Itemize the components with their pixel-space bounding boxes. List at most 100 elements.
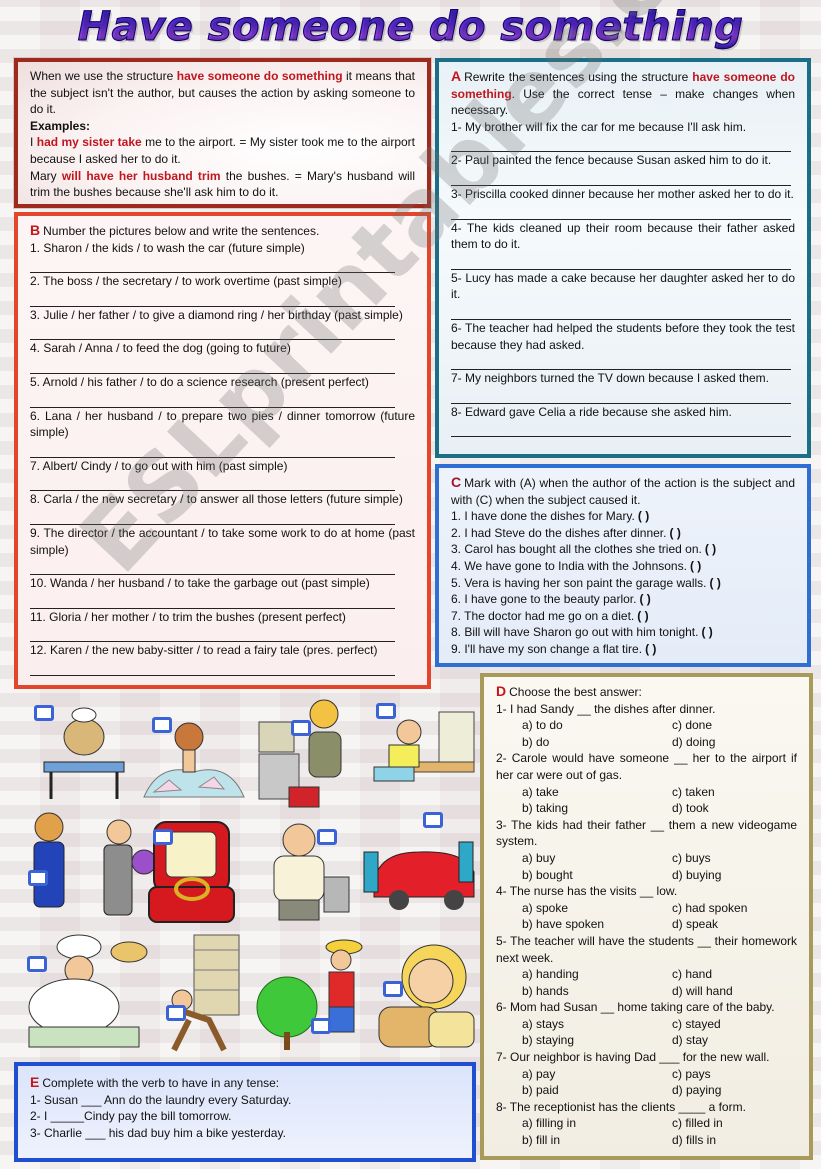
old-man-with-books-picture [171, 934, 240, 1052]
answer-parens[interactable]: ( ) [638, 509, 649, 523]
picture-number-box[interactable] [152, 717, 172, 733]
intro-box: When we use the structure have someone d… [13, 57, 432, 209]
answer-line[interactable] [30, 290, 395, 307]
option[interactable]: c) done [672, 717, 821, 734]
option[interactable]: d) stay [672, 1032, 821, 1049]
option[interactable]: d) will hand [672, 983, 821, 1000]
option[interactable]: a) spoke [522, 900, 672, 917]
picture-number-box[interactable] [153, 829, 173, 845]
option[interactable]: a) filling in [522, 1115, 672, 1132]
option[interactable]: c) filled in [672, 1115, 821, 1132]
picture-number-box[interactable] [423, 812, 443, 828]
answer-parens[interactable]: ( ) [705, 542, 716, 556]
section-d-letter: D [496, 683, 507, 699]
option[interactable]: d) speak [672, 916, 821, 933]
picture-number-box[interactable] [311, 1018, 331, 1034]
answer-parens[interactable]: ( ) [710, 576, 721, 590]
section-b: B Number the pictures below and write the… [14, 212, 431, 689]
answer-parens[interactable]: ( ) [645, 642, 656, 656]
section-b-item: 2. The boss / the secretary / to work ov… [30, 273, 415, 307]
option[interactable]: b) have spoken [522, 916, 672, 933]
option[interactable]: d) fills in [672, 1132, 821, 1149]
option[interactable]: a) buy [522, 850, 672, 867]
answer-line[interactable] [451, 169, 791, 186]
section-b-item: 5. Arnold / his father / to do a science… [30, 374, 415, 408]
section-e-letter: E [30, 1074, 40, 1090]
section-a-instructions: A Rewrite the sentences using the structu… [451, 68, 795, 118]
option[interactable]: d) paying [672, 1082, 821, 1099]
page-title: Have someone do something [0, 4, 821, 51]
option[interactable]: d) took [672, 800, 821, 817]
option[interactable]: b) hands [522, 983, 672, 1000]
section-b-item: 8. Carla / the new secretary / to answer… [30, 491, 415, 525]
answer-parens[interactable]: ( ) [701, 625, 712, 639]
section-c: C Mark with (A) when the author of the ac… [435, 464, 811, 667]
answer-line[interactable] [451, 253, 791, 270]
answer-line[interactable] [30, 508, 395, 525]
section-c-letter: C [451, 474, 462, 490]
section-c-item: 1. I have done the dishes for Mary.( ) [451, 509, 650, 524]
section-a-item: 3- Priscilla cooked dinner because her m… [451, 186, 795, 220]
chef-with-pies-picture [28, 934, 148, 1048]
option[interactable]: c) hand [672, 966, 821, 983]
option[interactable]: b) fill in [522, 1132, 672, 1149]
answer-line[interactable] [30, 441, 395, 458]
answer-line[interactable] [30, 625, 395, 643]
picture-number-box[interactable] [166, 1005, 186, 1021]
answer-line[interactable] [451, 303, 791, 320]
secretary-on-phone-picture [258, 699, 342, 808]
section-a-item: 1- My brother will fix the car for me be… [451, 119, 795, 153]
answer-line[interactable] [30, 391, 395, 408]
boss-with-garbage-picture [273, 823, 350, 921]
answer-line[interactable] [30, 323, 395, 341]
section-c-item: 8. Bill will have Sharon go out with him… [451, 625, 713, 640]
option[interactable]: b) do [522, 734, 672, 751]
section-e-item: 3- Charlie ___ his dad buy him a bike ye… [30, 1125, 286, 1140]
section-c-item: 5. Vera is having her son paint the gara… [451, 575, 721, 590]
picture-number-box[interactable] [376, 703, 396, 719]
answer-line[interactable] [30, 659, 395, 676]
picture-number-box[interactable] [28, 870, 48, 886]
section-b-item: 4. Sarah / Anna / to feed the dog (going… [30, 340, 415, 374]
section-b-item: 6. Lana / her husband / to prepare two p… [30, 408, 415, 458]
answer-line[interactable] [30, 357, 395, 374]
pictures-area [14, 692, 480, 1060]
option[interactable]: a) take [522, 784, 672, 801]
option[interactable]: a) handing [522, 966, 672, 983]
option[interactable]: b) taking [522, 800, 672, 817]
picture-number-box[interactable] [383, 981, 403, 997]
answer-parens[interactable]: ( ) [669, 526, 680, 540]
option[interactable]: c) had spoken [672, 900, 821, 917]
answer-parens[interactable]: ( ) [690, 559, 701, 573]
picture-number-box[interactable] [317, 829, 337, 845]
option[interactable]: d) buying [672, 867, 821, 884]
option[interactable]: b) staying [522, 1032, 672, 1049]
option[interactable]: a) to do [522, 717, 672, 734]
option[interactable]: b) paid [522, 1082, 672, 1099]
option[interactable]: c) pays [672, 1066, 821, 1083]
answer-line[interactable] [451, 203, 791, 220]
answer-line[interactable] [30, 592, 395, 609]
section-d: D Choose the best answer: 1- I had Sandy … [480, 673, 813, 1160]
picture-number-box[interactable] [34, 705, 54, 721]
answer-line[interactable] [451, 353, 791, 371]
option[interactable]: a) stays [522, 1016, 672, 1033]
option[interactable]: b) bought [522, 867, 672, 884]
section-a-item: 4- The kids cleaned up their room becaus… [451, 220, 795, 270]
answer-line[interactable] [30, 256, 395, 274]
answer-line[interactable] [451, 135, 791, 153]
picture-number-box[interactable] [27, 956, 47, 972]
option[interactable]: c) stayed [672, 1016, 821, 1033]
answer-line[interactable] [451, 420, 791, 438]
answer-line[interactable] [30, 474, 395, 492]
option[interactable]: c) buys [672, 850, 821, 867]
answer-parens[interactable]: ( ) [639, 592, 650, 606]
answer-line[interactable] [451, 387, 791, 404]
answer-parens[interactable]: ( ) [637, 609, 648, 623]
option[interactable]: d) doing [672, 734, 821, 751]
answer-line[interactable] [30, 558, 395, 576]
question: 4- The nurse has the visits __ low. a) s… [496, 883, 797, 933]
picture-number-box[interactable] [291, 720, 311, 736]
option[interactable]: c) taken [672, 784, 821, 801]
option[interactable]: a) pay [522, 1066, 672, 1083]
